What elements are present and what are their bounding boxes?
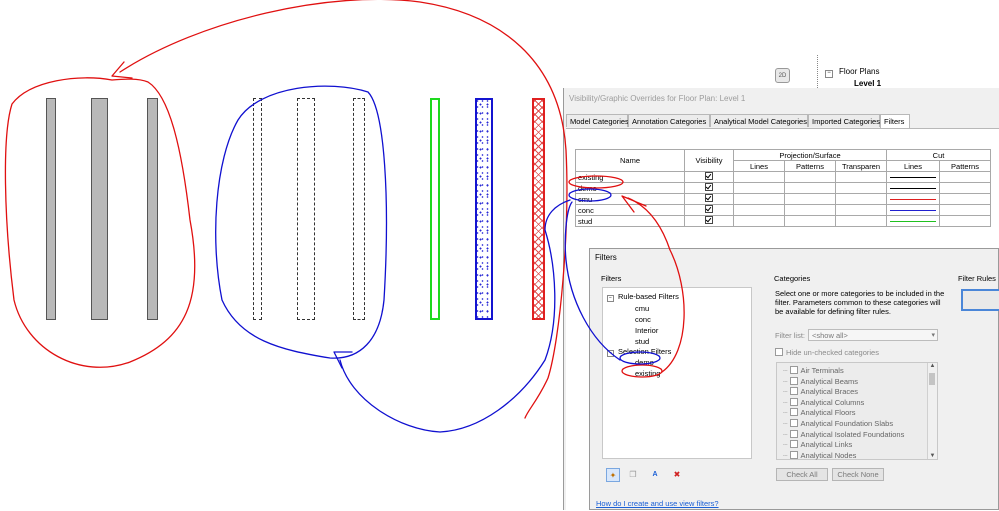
blue-arrow-demo-tree [564, 201, 621, 361]
red-oval-existing-row [568, 175, 624, 189]
red-arrowhead-tree [621, 195, 647, 213]
blue-arrow-to-demo-walls [339, 199, 571, 433]
red-circle-existing-walls [4, 77, 196, 368]
red-annotations [4, 0, 685, 419]
blue-arrowhead-demo [333, 351, 353, 369]
red-arrow-existing-tree [627, 197, 685, 373]
blue-circle-demo-walls [215, 85, 388, 359]
red-oval-existing-tree [621, 364, 663, 378]
annotation-overlay [4, 0, 685, 433]
blue-annotations [215, 85, 661, 433]
blue-oval-demo-tree [619, 351, 661, 365]
red-arrow-to-existing-walls [119, 0, 568, 419]
blue-oval-demo-row [568, 188, 612, 202]
